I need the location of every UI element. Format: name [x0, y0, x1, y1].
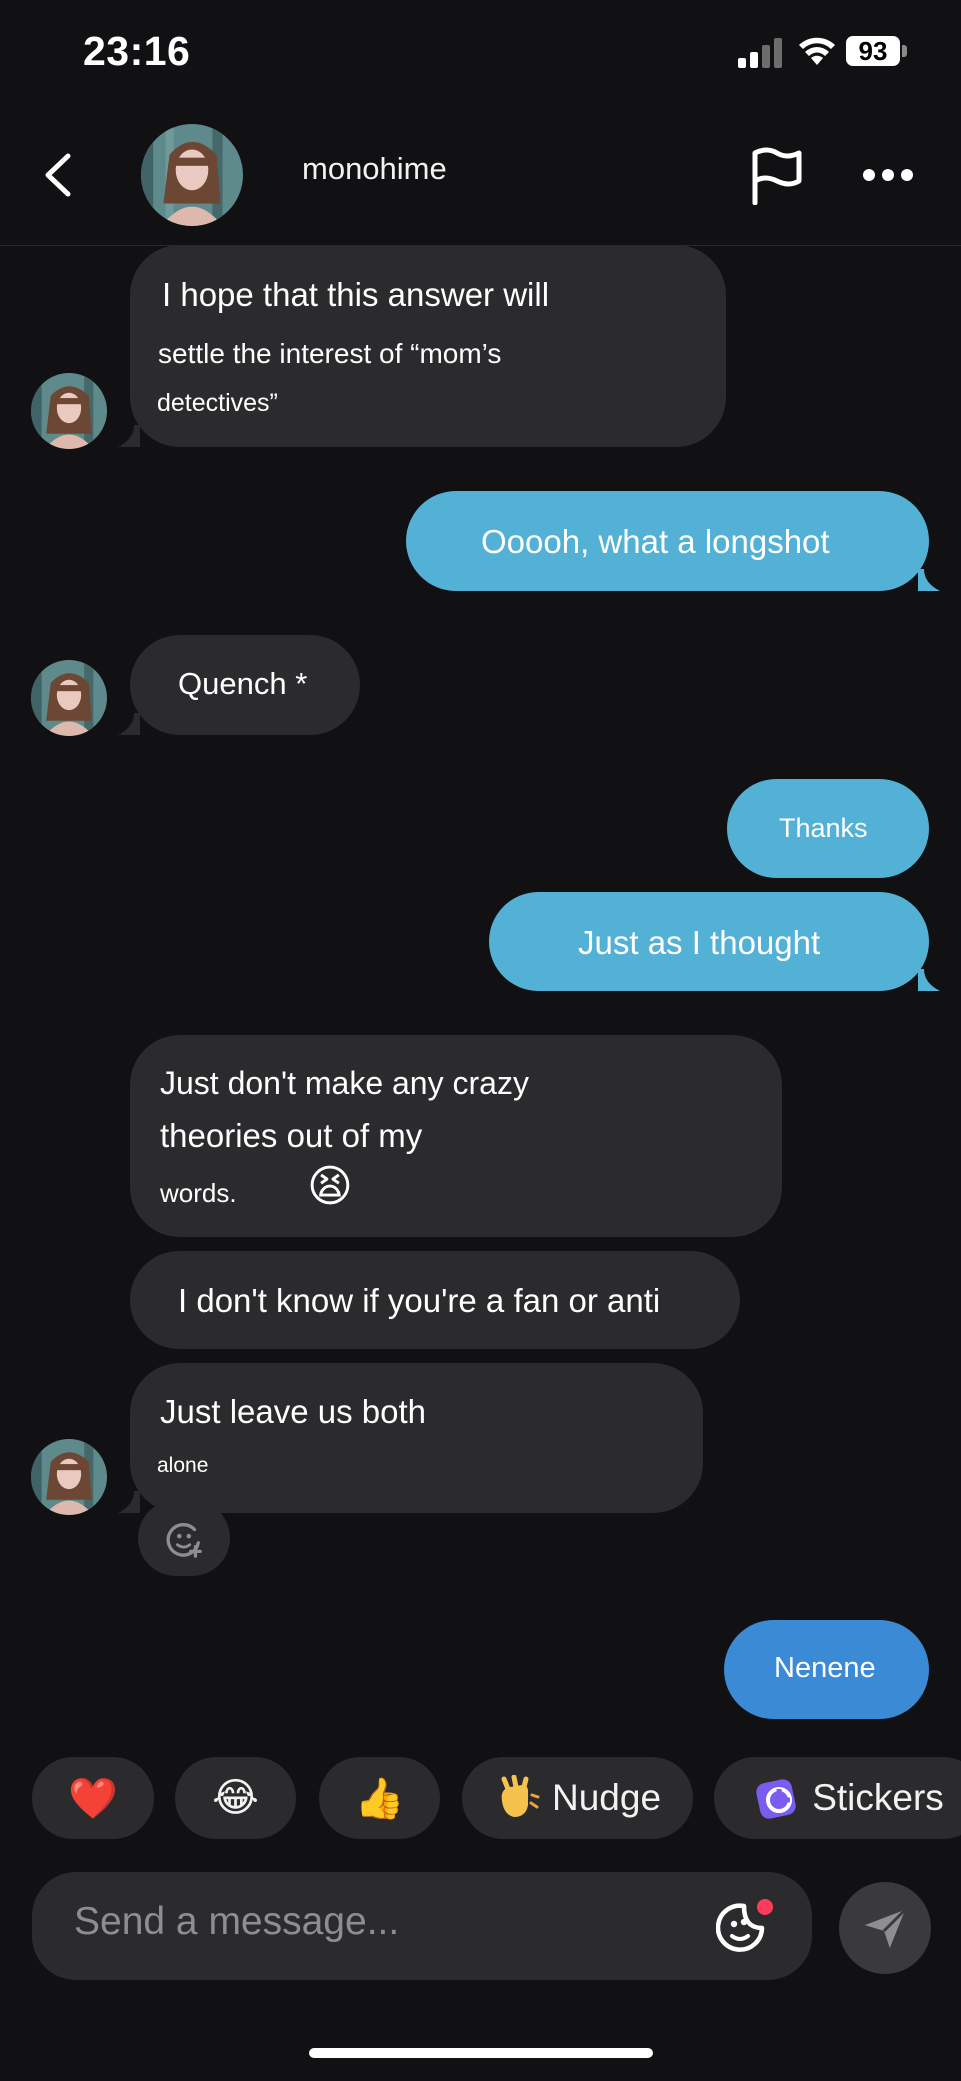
message-text: Just as I thought — [578, 924, 821, 961]
send-icon — [864, 1908, 907, 1949]
sender-avatar[interactable] — [31, 1439, 107, 1515]
message-text: I hope that this answer will — [162, 276, 550, 313]
add-reaction-icon — [166, 1523, 202, 1558]
message-text: I don't know if you're a fan or anti — [178, 1282, 661, 1319]
cellular-signal-icon — [738, 38, 782, 68]
stickers-button[interactable]: Stickers — [714, 1757, 961, 1839]
thumbs-up-reaction-button[interactable]: 👍 — [319, 1757, 440, 1839]
message-text: words. — [160, 1178, 237, 1208]
heart-reaction-button[interactable]: ❤️ — [32, 1757, 154, 1839]
send-button[interactable] — [839, 1882, 931, 1974]
bubble-tail — [118, 425, 140, 447]
message-text: Just don't make any crazy — [160, 1065, 529, 1101]
back-chevron-icon[interactable] — [38, 150, 78, 200]
message-input-placeholder: Send a message... — [74, 1900, 400, 1943]
report-flag-icon[interactable] — [749, 147, 805, 205]
nudge-button[interactable]: Nudge — [462, 1757, 693, 1839]
heart-emoji: ❤️ — [68, 1776, 118, 1821]
home-indicator — [309, 2048, 653, 2058]
nudge-label: Nudge — [551, 1777, 662, 1818]
sender-avatar[interactable] — [31, 373, 107, 449]
contact-name[interactable]: monohime — [302, 151, 447, 187]
status-time: 23:16 — [83, 28, 191, 74]
add-reaction-button[interactable] — [138, 1500, 230, 1576]
message-text: Nenene — [774, 1652, 876, 1684]
bubble-tail — [918, 569, 940, 591]
thumbs-up-emoji: 👍 — [354, 1776, 405, 1821]
sticker-pack-icon — [756, 1779, 796, 1819]
message-bubble-incoming[interactable] — [130, 1363, 703, 1513]
more-options-icon[interactable] — [862, 168, 914, 182]
waving-hand-icon — [501, 1775, 540, 1817]
battery-icon: 93 — [846, 36, 908, 66]
laughing-emoji: 😂 — [212, 1776, 259, 1820]
message-text: Thanks — [779, 813, 868, 843]
message-text: Ooooh, what a longshot — [481, 523, 830, 560]
stickers-label: Stickers — [812, 1777, 944, 1818]
wifi-icon — [799, 37, 835, 65]
message-text: alone — [157, 1454, 209, 1477]
contact-avatar[interactable] — [141, 124, 243, 226]
message-text: Just leave us both — [160, 1393, 426, 1430]
bubble-tail — [118, 1491, 140, 1513]
tired-face-emoji: 😫 — [307, 1162, 353, 1211]
message-text: settle the interest of “mom’s — [158, 338, 502, 369]
message-text: Quench * — [178, 666, 308, 701]
message-text: theories out of my — [160, 1117, 423, 1154]
message-text: detectives” — [157, 389, 278, 417]
laugh-reaction-button[interactable]: 😂 — [175, 1757, 296, 1839]
sender-avatar[interactable] — [31, 660, 107, 736]
bubble-tail — [118, 713, 140, 735]
battery-level: 93 — [846, 36, 900, 66]
bubble-tail — [918, 969, 940, 991]
sticker-picker-icon[interactable] — [716, 1896, 776, 1956]
